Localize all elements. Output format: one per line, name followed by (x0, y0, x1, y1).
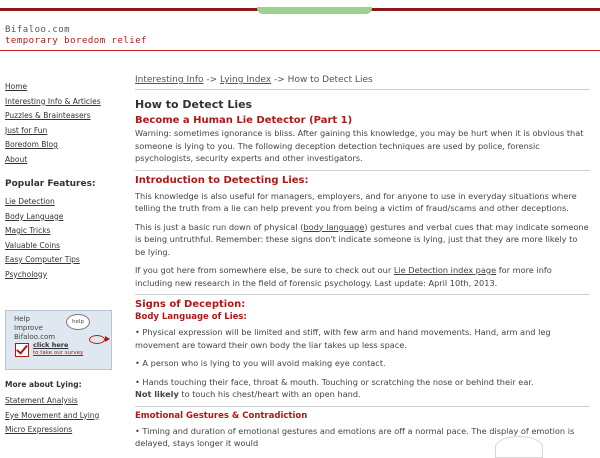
breadcrumb-separator: -> (274, 75, 285, 85)
bullet-hands-text: • Hands touching their face, throat & mo… (135, 376, 534, 387)
breadcrumb-divider (135, 89, 590, 90)
intro-heading: Introduction to Detecting Lies: (135, 174, 309, 186)
sidebar-link-computer-tips[interactable]: Easy Computer Tips (5, 253, 117, 268)
sidebar-link-interesting-info[interactable]: Interesting Info & Articles (5, 95, 117, 110)
page-subtitle: Become a Human Lie Detector (Part 1) (135, 115, 353, 126)
survey-banner-text: Help Improve Bifaloo.com (14, 315, 55, 342)
section-divider (135, 405, 590, 407)
speech-bubble-icon: help (66, 314, 90, 330)
sidebar-link-puzzles[interactable]: Puzzles & Brainteasers (5, 109, 117, 124)
popular-features-heading: Popular Features: (5, 179, 96, 189)
intro-paragraph-1: This knowledge is also useful for manage… (135, 190, 577, 214)
section-divider (135, 294, 590, 295)
bullet-hands-touching: • Hands touching their face, throat & mo… (135, 376, 590, 401)
article: Interesting Info -> Lying Index -> How t… (135, 75, 590, 450)
checkmark-icon (15, 343, 29, 357)
fish-icon (89, 335, 110, 344)
emotional-gestures-heading: Emotional Gestures & Contradiction (135, 410, 308, 421)
warning-paragraph: Warning: sometimes ignorance is bliss. A… (135, 128, 584, 163)
intro-p3-text-a: If you got here from somewhere else, be … (135, 265, 394, 275)
sidebar-link-about[interactable]: About (5, 153, 117, 168)
intro-paragraph-3: If you got here from somewhere else, be … (135, 264, 590, 289)
top-bar-tab (257, 7, 372, 14)
survey-take-link[interactable]: to take our survey (33, 350, 83, 356)
intro-paragraph-2: This is just a basic run down of physica… (135, 221, 590, 259)
survey-line-2: Improve (14, 324, 43, 332)
scroll-to-top-button[interactable] (495, 436, 543, 458)
body-language-link[interactable]: body language (303, 222, 364, 232)
bullet-eye-contact: • A person who is lying to you will avoi… (135, 358, 386, 368)
breadcrumb-lying-index[interactable]: Lying Index (220, 75, 271, 85)
sidebar-link-home[interactable]: Home (5, 80, 117, 95)
breadcrumb-current: How to Detect Lies (287, 75, 373, 85)
sidebar-link-eye-movement[interactable]: Eye Movement and Lying (5, 409, 117, 424)
lie-detection-index-link[interactable]: Lie Detection index page (394, 265, 496, 275)
section-divider (135, 169, 590, 171)
sidebar-link-just-for-fun[interactable]: Just for Fun (5, 124, 117, 139)
sidebar: Home Interesting Info & Articles Puzzles… (5, 80, 117, 438)
bullet-physical-expression: • Physical expression will be limited an… (135, 327, 551, 350)
header-divider (0, 50, 600, 51)
site-tagline: temporary boredom relief (5, 36, 148, 46)
site-logo[interactable]: Bifaloo.com temporary boredom relief (5, 25, 147, 46)
sidebar-link-psychology[interactable]: Psychology (5, 268, 117, 283)
signs-heading: Signs of Deception: (135, 299, 246, 310)
more-about-lying-heading: More about Lying: (5, 380, 82, 389)
site-name: Bifaloo.com (5, 25, 71, 35)
breadcrumb-separator: -> (206, 75, 218, 85)
sidebar-link-boredom-blog[interactable]: Boredom Blog (5, 138, 117, 153)
intro-p2-text-a: This is just a basic run down of physica… (135, 221, 304, 232)
survey-line-1: Help (14, 315, 30, 323)
sidebar-link-magic-tricks[interactable]: Magic Tricks (5, 224, 117, 239)
survey-banner[interactable]: Help Improve Bifaloo.com help click here… (5, 310, 112, 370)
bullet-hands-bold: Not likely (135, 389, 179, 399)
breadcrumb-interesting-info[interactable]: Interesting Info (135, 75, 204, 85)
sidebar-link-body-language[interactable]: Body Language (5, 210, 117, 225)
sidebar-link-statement-analysis[interactable]: Statement Analysis (5, 394, 117, 409)
body-language-heading: Body Language of Lies: (135, 312, 247, 322)
sidebar-link-lie-detection[interactable]: Lie Detection (5, 195, 117, 210)
survey-click-link[interactable]: click here (33, 342, 68, 349)
sidebar-link-micro-expressions[interactable]: Micro Expressions (5, 423, 117, 438)
breadcrumb: Interesting Info -> Lying Index -> How t… (135, 75, 590, 86)
sidebar-link-valuable-coins[interactable]: Valuable Coins (5, 239, 117, 254)
page-title: How to Detect Lies (135, 98, 253, 111)
bullet-hands-rest: to touch his chest/heart with an open ha… (178, 389, 361, 399)
